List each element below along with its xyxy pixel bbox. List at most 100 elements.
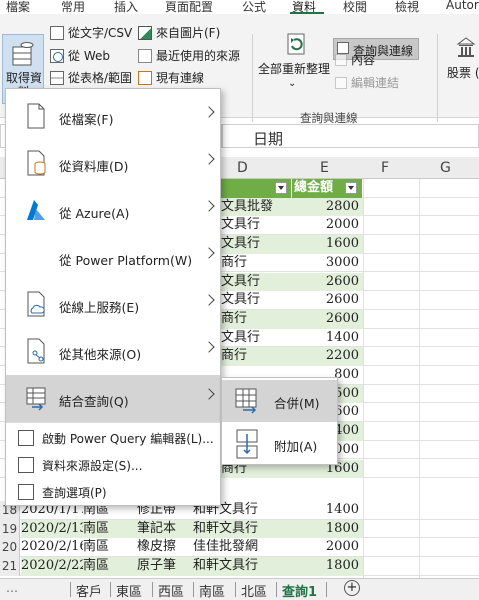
cell-a[interactable]: 2020/2/16 <box>21 538 83 557</box>
cell-c[interactable]: 原子筆 <box>137 557 193 576</box>
menu-item-label: 查詢選項(P) <box>42 486 107 500</box>
cell-b[interactable]: 南區 <box>83 519 137 539</box>
from-picture-button[interactable]: 來自圖片(F) <box>138 24 220 41</box>
cell-d[interactable]: 佳佳批發網 <box>193 538 292 557</box>
submenu-item-append[interactable]: 附加(A) <box>222 423 337 465</box>
cell-d[interactable]: 文具行 <box>221 272 292 292</box>
sheet-tab-north[interactable]: 北區 <box>241 581 267 600</box>
cell-d[interactable]: 文具批發 <box>221 197 292 217</box>
cell-e[interactable]: 1400 <box>292 501 363 520</box>
menu-item-label: 從 Azure(A) <box>59 206 130 221</box>
merge-label: 合併(M) <box>274 396 320 411</box>
table-row: 19 2020/2/13 南區 筆記本 和軒文具行 1800 <box>0 519 479 539</box>
from-table-button[interactable]: 從表格/範圍 <box>50 69 132 86</box>
cell-e[interactable]: 2000 <box>292 216 363 235</box>
sheet-tab-query1[interactable]: 查詢1 <box>282 581 317 600</box>
tab-review[interactable]: 校閱 <box>343 0 367 15</box>
tab-formulas[interactable]: 公式 <box>242 0 266 15</box>
column-header-d[interactable]: D <box>237 160 248 176</box>
formula-bar-value: 日期 <box>253 130 284 148</box>
column-header-f[interactable]: F <box>381 160 389 176</box>
from-web-button[interactable]: 從 Web <box>50 47 110 64</box>
column-header-e[interactable]: E <box>320 160 329 176</box>
tab-home[interactable]: 常用 <box>61 0 85 15</box>
cell-c[interactable]: 筆記本 <box>137 519 193 539</box>
cell-d[interactable]: 商行 <box>221 309 292 329</box>
cell-e[interactable]: 1600 <box>292 235 363 254</box>
row-number[interactable]: 20 <box>0 538 20 558</box>
cell-d[interactable]: 文具行 <box>221 216 292 235</box>
refresh-dropdown-icon: ⌄ <box>288 78 297 89</box>
sheet-tab-customers[interactable]: 客戶 <box>76 581 102 600</box>
filter-dropdown-icon[interactable] <box>275 182 287 194</box>
edit-links-button[interactable]: 編輯連結 <box>335 74 399 91</box>
formula-bar[interactable]: 日期 <box>222 124 479 148</box>
cell-e[interactable]: 1800 <box>292 519 363 539</box>
properties-button[interactable]: 內容 <box>335 51 375 68</box>
sheet-tab-west[interactable]: 西區 <box>158 581 184 600</box>
menu-item-from-file[interactable]: 從檔案(F) <box>6 93 220 140</box>
database-icon <box>12 42 34 66</box>
row-number[interactable]: 21 <box>0 557 20 576</box>
file-icon <box>27 103 45 129</box>
cell-d[interactable]: 商行 <box>221 347 292 366</box>
cell-e[interactable]: 2200 <box>292 347 363 366</box>
menu-item-label: 從線上服務(E) <box>59 300 140 315</box>
menu-item-combine-queries[interactable]: 結合查詢(Q) <box>6 375 220 422</box>
recent-sources-label: 最近使用的來源 <box>156 49 241 63</box>
tab-automate[interactable]: Autor <box>446 0 479 12</box>
recent-sources-button[interactable]: 最近使用的來源 <box>138 47 240 64</box>
tab-file[interactable]: 檔案 <box>6 0 30 15</box>
cell-d[interactable]: 和軒文具行 <box>193 519 292 539</box>
tab-page-layout[interactable]: 頁面配置 <box>165 0 213 15</box>
menu-item-query-options[interactable]: 查詢選項(P) <box>6 479 220 504</box>
cell-e[interactable]: 2800 <box>292 197 363 217</box>
menu-item-from-other-sources[interactable]: 從其他來源(O) <box>6 328 220 375</box>
cell-e[interactable]: 3000 <box>292 254 363 273</box>
online-services-icon <box>27 291 45 317</box>
filter-dropdown-icon[interactable] <box>345 182 357 194</box>
chevron-right-icon <box>203 200 215 212</box>
sheet-tab-south[interactable]: 南區 <box>199 581 225 600</box>
tab-view[interactable]: 檢視 <box>395 0 419 15</box>
cell-d[interactable]: 文具行 <box>221 291 292 310</box>
existing-connections-button[interactable]: 現有連線 <box>138 69 204 86</box>
cell-e[interactable]: 2600 <box>292 272 363 292</box>
cell-b[interactable]: 南區 <box>83 538 137 557</box>
from-text-csv-button[interactable]: 從文字/CSV <box>50 24 132 41</box>
menu-item-from-database[interactable]: 從資料庫(D) <box>6 140 220 187</box>
sheet-scroll-icon[interactable]: … <box>6 581 18 595</box>
stocks-button[interactable]: 股票 ( <box>444 34 479 94</box>
cell-a[interactable]: 2020/2/13 <box>21 519 83 539</box>
tab-insert[interactable]: 插入 <box>114 0 138 15</box>
refresh-all-button[interactable]: 全部重新整理 ⌄ <box>258 26 330 100</box>
sheet-tab-east[interactable]: 東區 <box>116 581 142 600</box>
cell-e[interactable]: 1800 <box>292 557 363 576</box>
cell-c[interactable]: 橡皮擦 <box>137 538 193 557</box>
row-number[interactable]: 19 <box>0 519 20 539</box>
connections-icon <box>138 70 152 85</box>
cell-e[interactable]: 2000 <box>292 538 363 557</box>
menu-item-data-source-settings[interactable]: 資料來源設定(S)... <box>6 452 220 477</box>
menu-item-label: 資料來源設定(S)... <box>42 459 143 473</box>
cell-e[interactable]: 2600 <box>292 291 363 310</box>
menu-item-launch-power-query[interactable]: 啟動 Power Query 編輯器(L)... <box>6 425 220 450</box>
cell-b[interactable]: 南區 <box>83 557 137 576</box>
cell-d[interactable]: 文具行 <box>221 329 292 348</box>
cell-d[interactable]: 商行 <box>221 254 292 273</box>
cell-e[interactable]: 2600 <box>292 309 363 329</box>
combine-queries-icon <box>26 387 46 411</box>
column-header-g[interactable]: G <box>440 160 451 176</box>
submenu-item-merge[interactable]: 合併(M) <box>222 380 337 422</box>
menu-item-label: 結合查詢(Q) <box>59 394 129 409</box>
menu-item-from-azure[interactable]: 從 Azure(A) <box>6 187 220 234</box>
database-icon <box>27 150 46 176</box>
cell-e[interactable]: 1400 <box>292 329 363 348</box>
add-sheet-icon[interactable]: + <box>344 580 360 596</box>
data-source-settings-icon <box>18 457 34 473</box>
cell-d[interactable]: 文具行 <box>221 235 292 254</box>
menu-item-from-power-platform[interactable]: 從 Power Platform(W) <box>6 234 220 281</box>
menu-item-from-online-services[interactable]: 從線上服務(E) <box>6 281 220 328</box>
cell-d[interactable]: 和軒文具行 <box>193 557 292 576</box>
cell-a[interactable]: 2020/2/22 <box>21 557 83 576</box>
